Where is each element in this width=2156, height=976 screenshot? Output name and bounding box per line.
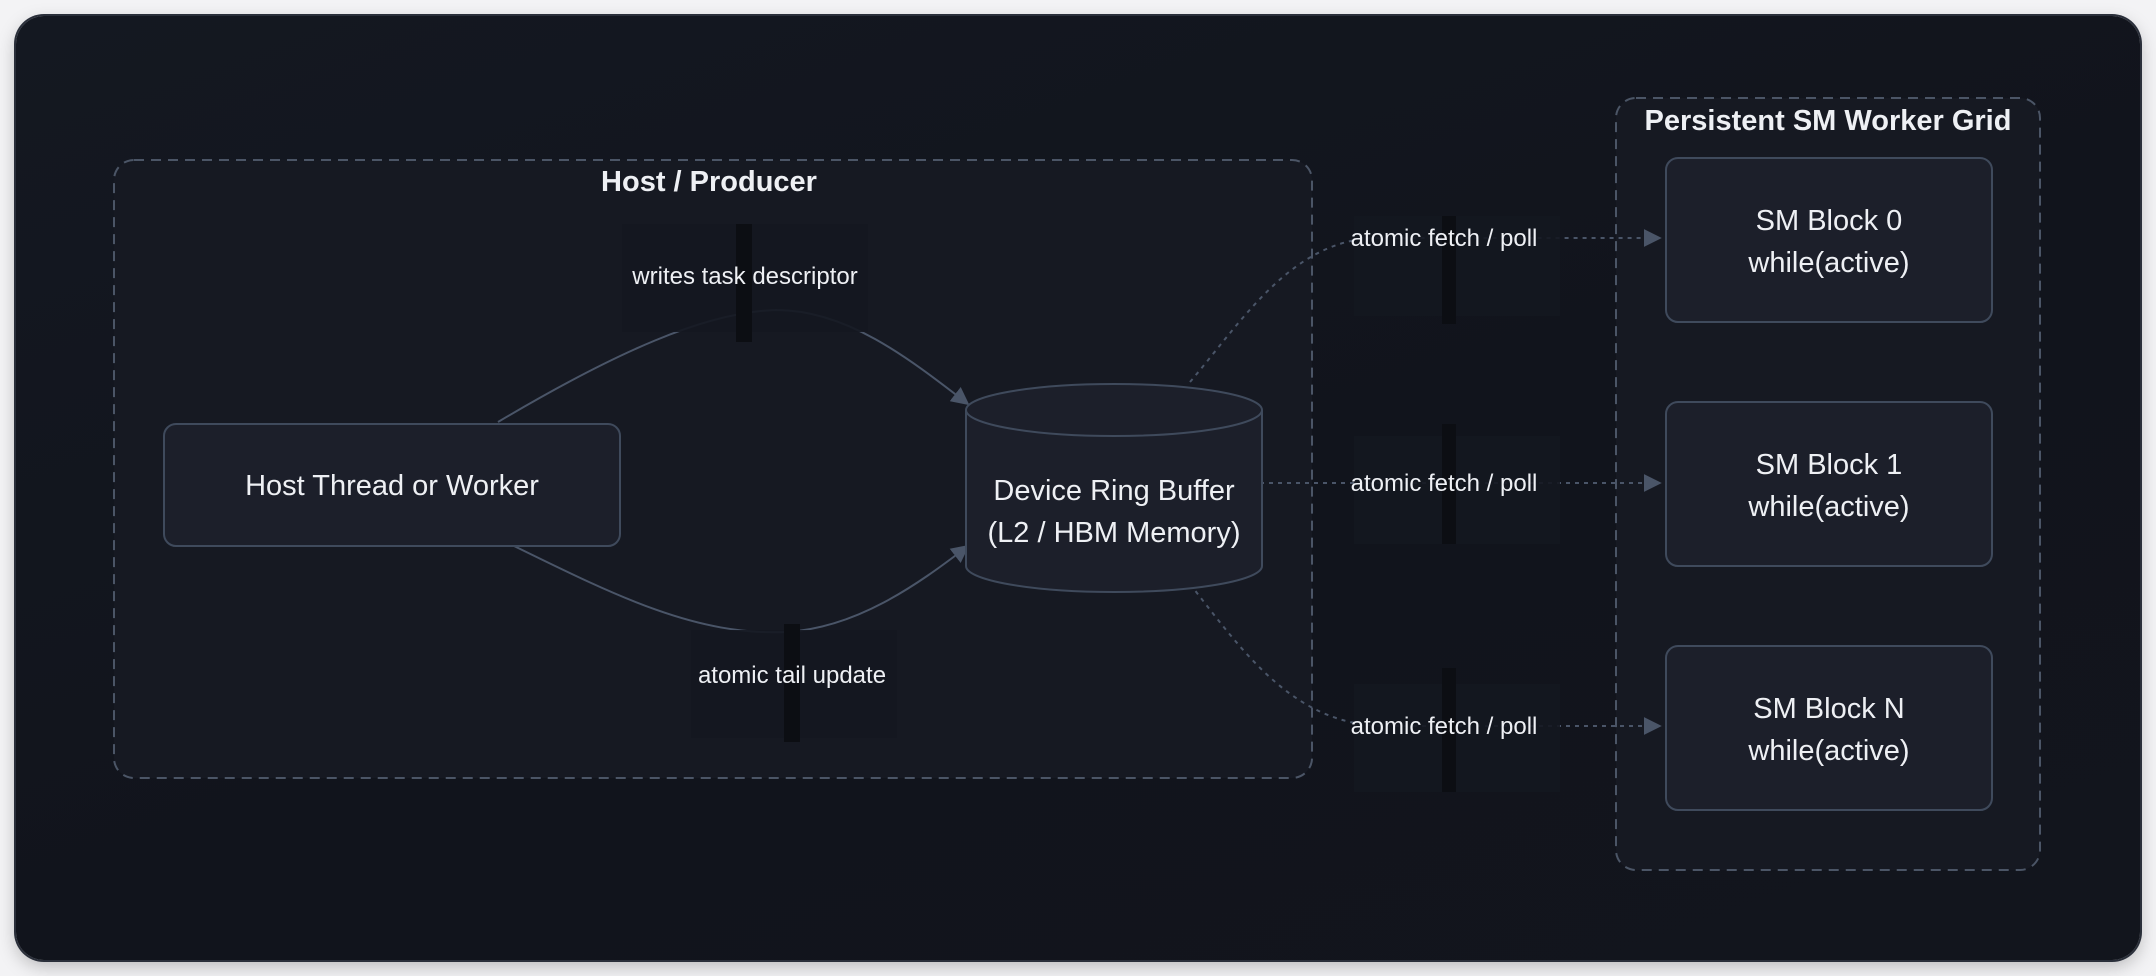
node-device-ring-buffer: Device Ring Buffer (L2 / HBM Memory) (965, 383, 1263, 593)
node-sm-block-1-line1: SM Block 1 (1756, 449, 1903, 481)
diagram-canvas: Host / Producer Persistent SM Worker Gri… (16, 16, 2140, 960)
node-sm-block-0-line2: while(active) (1747, 247, 1909, 279)
edge-label-tail: atomic tail update (691, 624, 897, 742)
node-sm-block-n: SM Block N while(active) (1665, 645, 1993, 811)
node-host-thread-label: Host Thread or Worker (245, 470, 539, 502)
node-sm-block-1-line2: while(active) (1747, 491, 1909, 523)
edge-label-writes: writes task descriptor (622, 224, 868, 342)
edge-label-tail-text: atomic tail update (698, 662, 886, 689)
node-device-ring-buffer-line2: (L2 / HBM Memory) (988, 517, 1241, 549)
node-host-thread: Host Thread or Worker (163, 423, 621, 547)
edge-label-fetch-1-text: atomic fetch / poll (1351, 470, 1538, 497)
edge-label-fetch-n: atomic fetch / poll (1351, 668, 1560, 792)
edge-label-writes-text: writes task descriptor (631, 263, 857, 290)
node-sm-block-n-line1: SM Block N (1753, 693, 1904, 725)
node-device-ring-buffer-line1: Device Ring Buffer (993, 475, 1235, 507)
edge-label-fetch-n-text: atomic fetch / poll (1351, 713, 1538, 740)
diagram-svg: Host / Producer Persistent SM Worker Gri… (113, 97, 2041, 871)
node-sm-block-0: SM Block 0 while(active) (1665, 157, 1993, 323)
node-sm-block-n-line2: while(active) (1747, 735, 1909, 767)
edge-label-fetch-0-text: atomic fetch / poll (1351, 225, 1538, 252)
cluster-sm-worker-grid-title: Persistent SM Worker Grid (1645, 105, 2012, 137)
node-sm-block-0-line1: SM Block 0 (1756, 205, 1903, 237)
node-sm-block-1: SM Block 1 while(active) (1665, 401, 1993, 567)
edge-label-fetch-1: atomic fetch / poll (1351, 424, 1560, 544)
edge-label-fetch-0: atomic fetch / poll (1351, 216, 1560, 324)
cluster-host-producer-title: Host / Producer (601, 166, 817, 198)
